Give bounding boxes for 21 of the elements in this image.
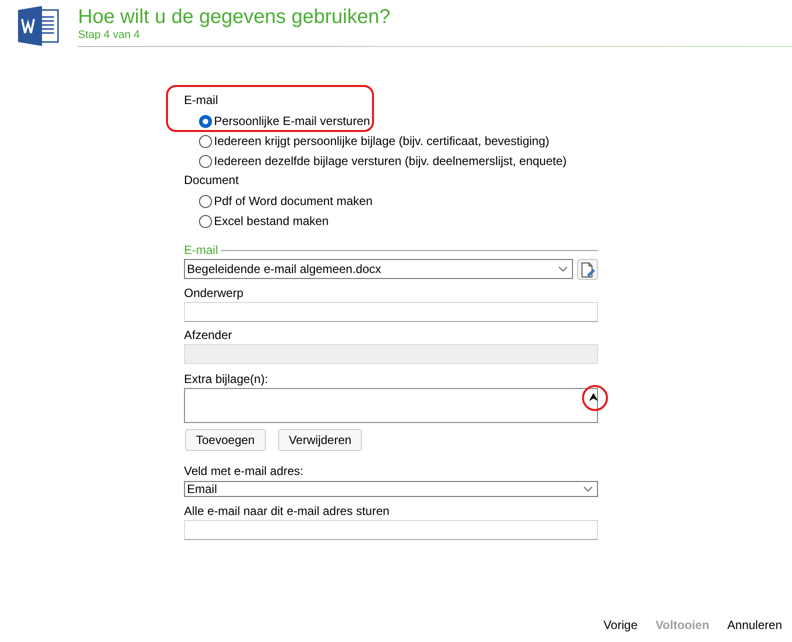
radio-label[interactable]: Pdf of Word document maken xyxy=(214,194,373,208)
radio-label[interactable]: Excel bestand maken xyxy=(214,214,329,228)
group-label: E-mail xyxy=(184,92,218,109)
action-button[interactable]: Toevoegen xyxy=(185,429,266,451)
field-label: Afzender xyxy=(184,328,232,343)
wizard-button[interactable]: Vorige xyxy=(603,618,638,632)
address-field-dropdown[interactable]: Email xyxy=(184,481,598,497)
action-button[interactable]: Verwijderen xyxy=(278,429,362,451)
radio-label[interactable]: Iedereen dezelfde bijlage versturen (bijv. deelnemerslijst, enquete) xyxy=(214,154,567,168)
section-heading: E-mail xyxy=(184,243,218,257)
group-label: Document xyxy=(184,172,239,189)
field-label: Extra bijlage(n): xyxy=(184,372,268,387)
template-dropdown[interactable]: Begeleidende e-mail algemeen.docx xyxy=(184,259,573,279)
field-label: Onderwerp xyxy=(184,286,244,301)
radio-label[interactable]: Iedereen krijgt persoonlijke bijlage (bijv. certificaat, bevestiging) xyxy=(214,134,550,148)
step-indicator: Stap 4 van 4 xyxy=(78,28,140,42)
wizard-title: Hoe wilt u de gegevens gebruiken? xyxy=(78,6,390,28)
wizard-button[interactable]: Annuleren xyxy=(727,618,782,632)
field-label: Alle e-mail naar dit e-mail adres sturen xyxy=(184,504,390,519)
radio-label[interactable]: Persoonlijke E-mail versturen xyxy=(214,114,370,128)
field-label: Veld met e-mail adres: xyxy=(184,464,304,479)
